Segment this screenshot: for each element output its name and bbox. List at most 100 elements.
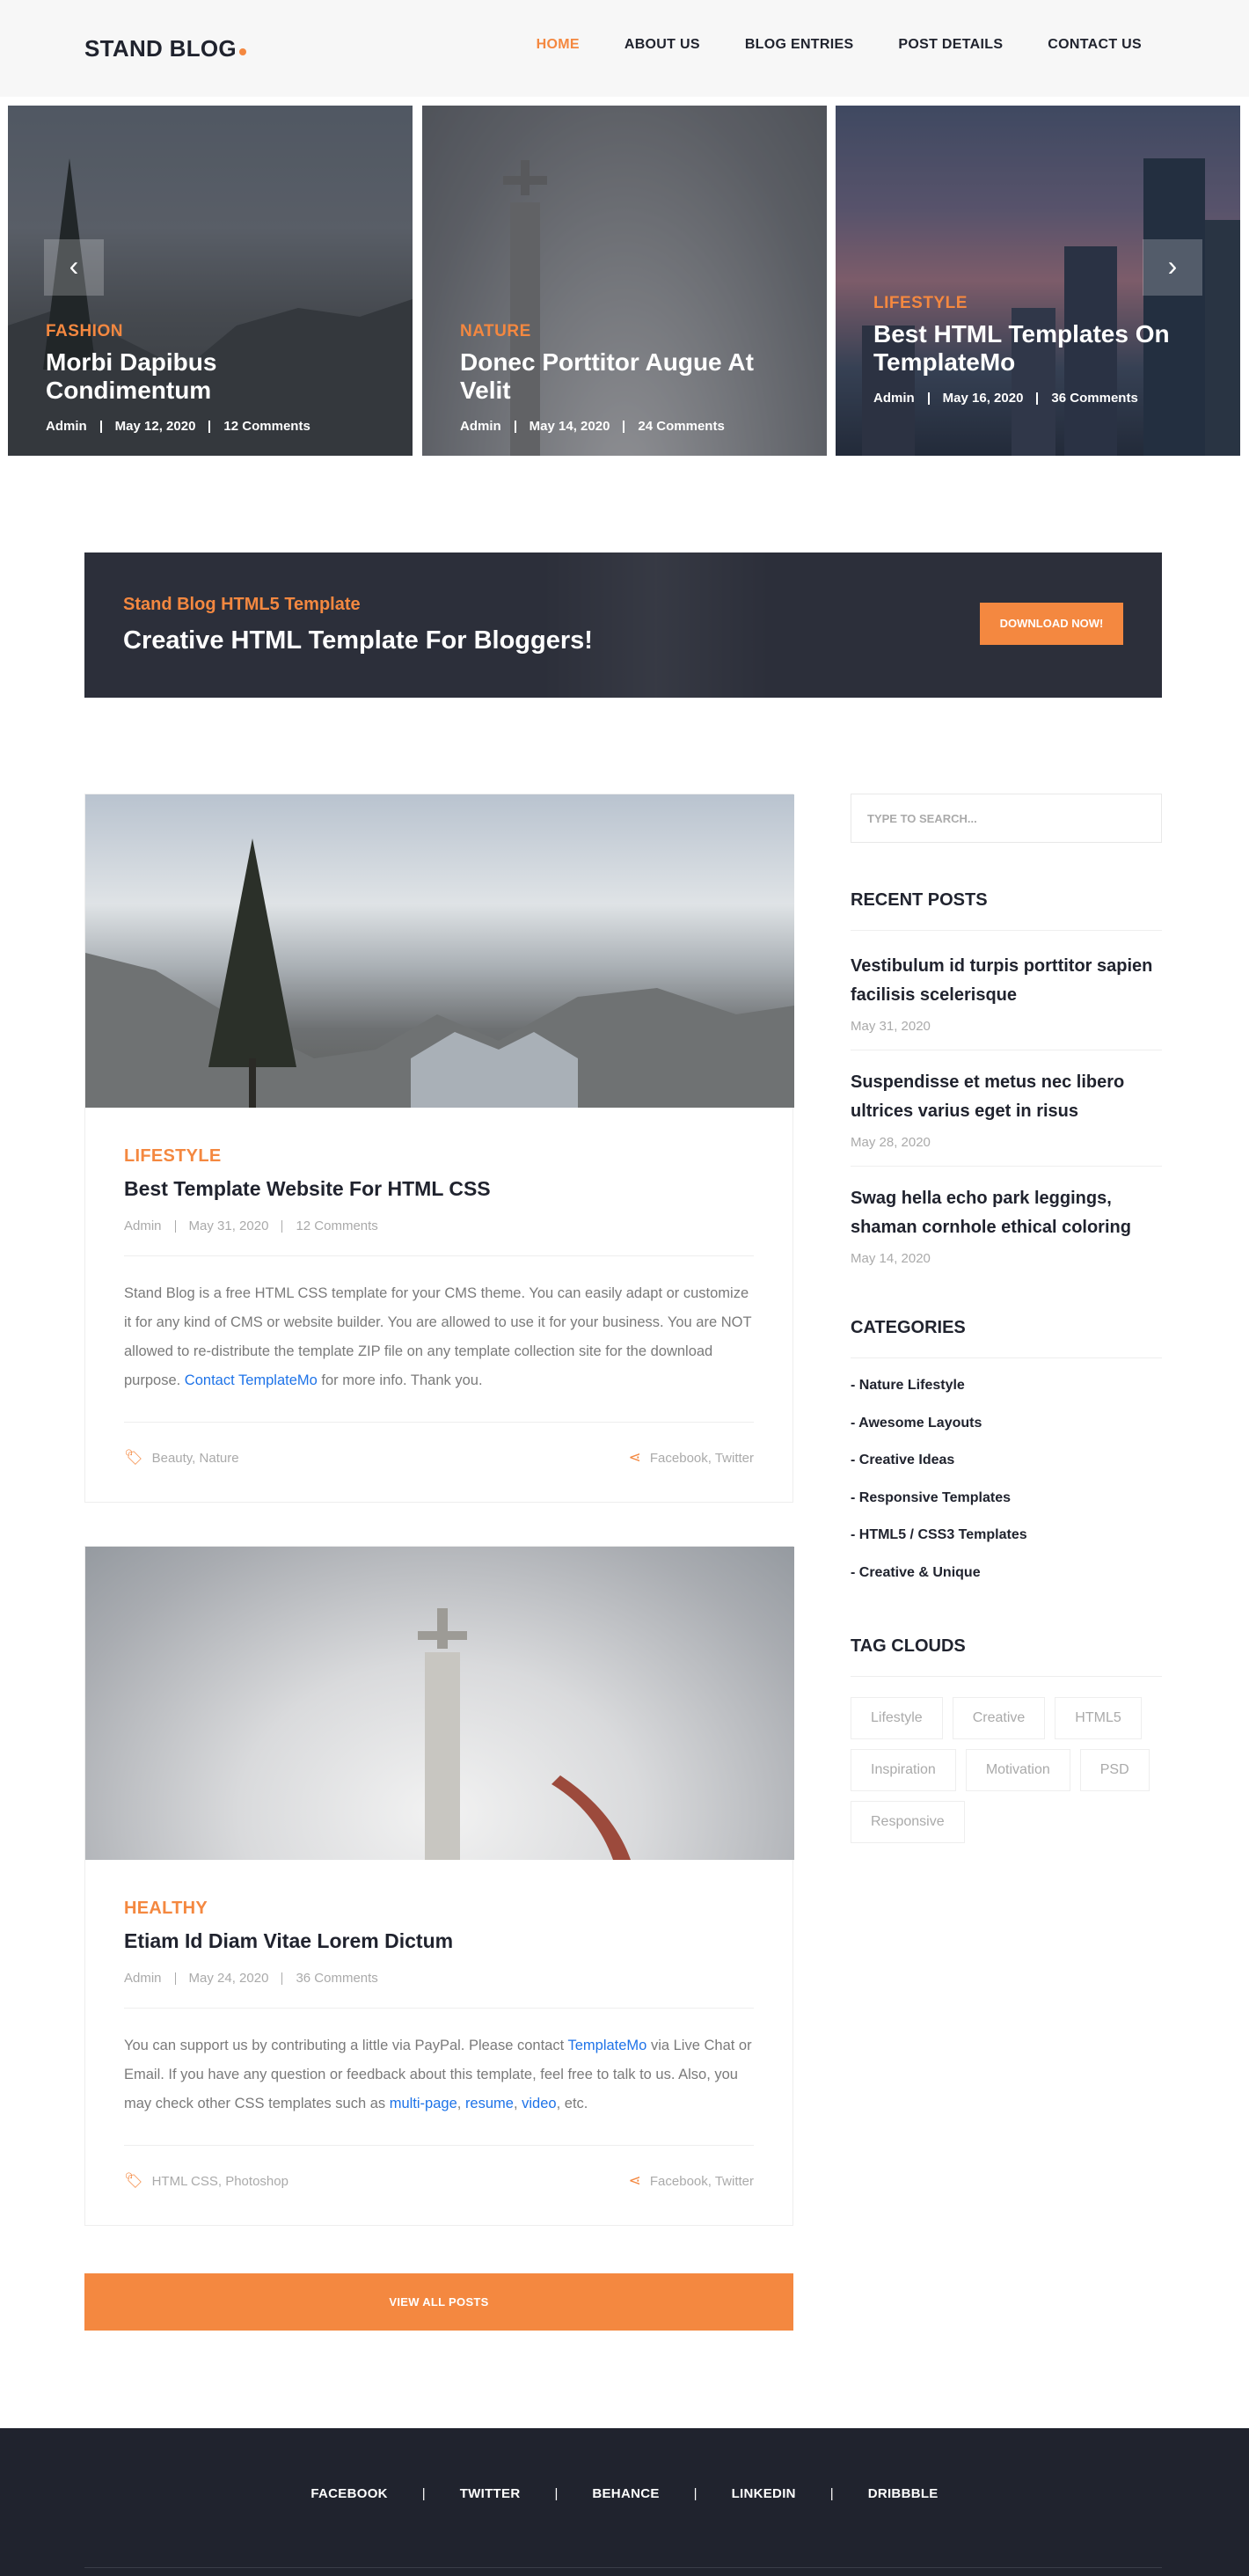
slide-category[interactable]: FASHION [46, 322, 386, 341]
post-tags[interactable]: Beauty, Nature [152, 1451, 239, 1466]
slide-title[interactable]: Morbi Dapibus Condimentum [46, 348, 386, 405]
slide-date[interactable]: May 16, 2020 [927, 392, 1037, 405]
social-separator: | [421, 2486, 426, 2501]
cta-subtitle: Stand Blog HTML5 Template [123, 595, 361, 614]
chevron-left-icon: ‹ [69, 250, 79, 282]
blog-post: HEALTHY Etiam Id Diam Vitae Lorem Dictum… [84, 1546, 794, 2226]
cta-banner: Stand Blog HTML5 Template Creative HTML … [84, 553, 1162, 698]
recent-post-title[interactable]: Suspendisse et metus nec libero ultrices… [851, 1068, 1162, 1126]
post-meta: Admin May 24, 2020 36 Comments [124, 1972, 754, 2009]
nav-blog-entries[interactable]: BLOG ENTRIES [745, 37, 854, 53]
post-excerpt: Stand Blog is a free HTML CSS template f… [124, 1256, 754, 1423]
chevron-right-icon: › [1167, 250, 1178, 282]
recent-post-title[interactable]: Swag hella echo park leggings, shaman co… [851, 1184, 1162, 1242]
post-author[interactable]: Admin [124, 1972, 175, 1985]
recent-post-item[interactable]: Vestibulum id turpis porttitor sapien fa… [851, 952, 1162, 1050]
slide-comments[interactable]: 12 Comments [208, 420, 323, 433]
slide-category[interactable]: NATURE [460, 322, 800, 341]
category-list: - Nature Lifestyle - Awesome Layouts - C… [851, 1378, 1027, 1602]
social-separator: | [829, 2486, 834, 2501]
search-input[interactable] [851, 794, 1162, 843]
tag-item[interactable]: Responsive [851, 1801, 965, 1843]
slider-next-button[interactable]: › [1143, 239, 1202, 296]
social-links: FACEBOOK | TWITTER | BEHANCE | LINKEDIN … [0, 2486, 1249, 2501]
slide-comments[interactable]: 36 Comments [1036, 392, 1150, 405]
nav-home[interactable]: HOME [537, 37, 580, 53]
social-linkedin-link[interactable]: LINKEDIN [732, 2486, 796, 2501]
view-all-posts-button[interactable]: VIEW ALL POSTS [84, 2273, 793, 2331]
multi-page-link[interactable]: multi-page [390, 2096, 457, 2111]
category-item[interactable]: - Responsive Templates [851, 1490, 1027, 1528]
post-meta: Admin May 31, 2020 12 Comments [124, 1219, 754, 1256]
tag-item[interactable]: Inspiration [851, 1749, 956, 1791]
category-item[interactable]: - Creative Ideas [851, 1453, 1027, 1490]
footer-divider [84, 2567, 1162, 2568]
slide-author[interactable]: Admin [46, 420, 100, 433]
post-category[interactable]: HEALTHY [124, 1899, 754, 1919]
post-footer: 🏷 Beauty, Nature ⋖ Facebook, Twitter [124, 1423, 754, 1502]
hero-slide[interactable]: NATURE Donec Porttitor Augue At Velit Ad… [422, 106, 827, 456]
slide-title[interactable]: Best HTML Templates On TemplateMo [873, 320, 1214, 377]
tag-item[interactable]: Motivation [965, 1749, 1070, 1791]
templatemo-link[interactable]: TemplateMo [567, 2038, 646, 2053]
recent-post-item[interactable]: Suspendisse et metus nec libero ultrices… [851, 1068, 1162, 1167]
recent-post-item[interactable]: Swag hella echo park leggings, shaman co… [851, 1184, 1162, 1282]
social-twitter-link[interactable]: TWITTER [460, 2486, 521, 2501]
post-footer: 🏷 HTML CSS, Photoshop ⋖ Facebook, Twitter [124, 2146, 754, 2225]
slide-comments[interactable]: 24 Comments [623, 420, 737, 433]
category-item[interactable]: - Creative & Unique [851, 1565, 1027, 1603]
post-title[interactable]: Etiam Id Diam Vitae Lorem Dictum [124, 1929, 754, 1953]
main-nav: HOME ABOUT US BLOG ENTRIES POST DETAILS … [537, 37, 1142, 53]
social-behance-link[interactable]: BEHANCE [592, 2486, 659, 2501]
contact-templatemo-link[interactable]: Contact TemplateMo [185, 1372, 318, 1388]
tag-item[interactable]: PSD [1079, 1749, 1150, 1791]
post-excerpt: You can support us by contributing a lit… [124, 2009, 754, 2146]
slide-date[interactable]: May 12, 2020 [99, 420, 209, 433]
tag-item[interactable]: Lifestyle [851, 1697, 943, 1739]
post-comments[interactable]: 36 Comments [281, 1972, 391, 1985]
category-item[interactable]: - HTML5 / CSS3 Templates [851, 1527, 1027, 1565]
slide-title[interactable]: Donec Porttitor Augue At Velit [460, 348, 800, 405]
post-title[interactable]: Best Template Website For HTML CSS [124, 1177, 754, 1201]
recent-posts-heading: RECENT POSTS [851, 890, 1162, 931]
logo-dot [238, 48, 246, 55]
social-facebook-link[interactable]: FACEBOOK [310, 2486, 387, 2501]
post-author[interactable]: Admin [124, 1219, 175, 1233]
post-date[interactable]: May 24, 2020 [174, 1972, 282, 1985]
site-footer: FACEBOOK | TWITTER | BEHANCE | LINKEDIN … [0, 2428, 1249, 2576]
tags-icon: 🏷 [124, 2172, 143, 2189]
slide-author[interactable]: Admin [460, 420, 515, 433]
blog-post: LIFESTYLE Best Template Website For HTML… [84, 794, 794, 1503]
site-logo[interactable]: STAND BLOG [84, 35, 246, 62]
post-image[interactable] [85, 1547, 794, 1860]
slide-author[interactable]: Admin [873, 392, 928, 405]
tag-item[interactable]: Creative [952, 1697, 1046, 1739]
post-tags[interactable]: HTML CSS, Photoshop [152, 2174, 289, 2189]
post-category[interactable]: LIFESTYLE [124, 1146, 754, 1167]
share-icon: ⋖ [628, 1449, 641, 1466]
tag-clouds-heading: TAG CLOUDS [851, 1636, 1162, 1677]
post-image[interactable] [85, 794, 794, 1108]
share-icon: ⋖ [628, 2172, 641, 2189]
category-item[interactable]: - Awesome Layouts [851, 1416, 1027, 1453]
category-item[interactable]: - Nature Lifestyle [851, 1378, 1027, 1416]
nav-about-us[interactable]: ABOUT US [624, 37, 700, 53]
post-share-links[interactable]: Facebook, Twitter [650, 2174, 754, 2189]
download-now-button[interactable]: DOWNLOAD NOW! [980, 603, 1123, 645]
recent-post-title[interactable]: Vestibulum id turpis porttitor sapien fa… [851, 952, 1162, 1010]
video-link[interactable]: video [522, 2096, 556, 2111]
slide-date[interactable]: May 14, 2020 [514, 420, 624, 433]
social-dribbble-link[interactable]: DRIBBBLE [868, 2486, 939, 2501]
categories-heading: CATEGORIES [851, 1318, 1162, 1358]
cta-title: Creative HTML Template For Bloggers! [123, 626, 593, 655]
recent-post-date: May 28, 2020 [851, 1135, 931, 1150]
nav-post-details[interactable]: POST DETAILS [898, 37, 1003, 53]
slider-prev-button[interactable]: ‹ [44, 239, 104, 296]
post-comments[interactable]: 12 Comments [281, 1219, 391, 1233]
post-share-links[interactable]: Facebook, Twitter [650, 1451, 754, 1466]
resume-link[interactable]: resume [465, 2096, 514, 2111]
post-date[interactable]: May 31, 2020 [174, 1219, 282, 1233]
tag-item[interactable]: HTML5 [1055, 1697, 1142, 1739]
slide-category[interactable]: LIFESTYLE [873, 294, 1214, 313]
nav-contact-us[interactable]: CONTACT US [1048, 37, 1142, 53]
